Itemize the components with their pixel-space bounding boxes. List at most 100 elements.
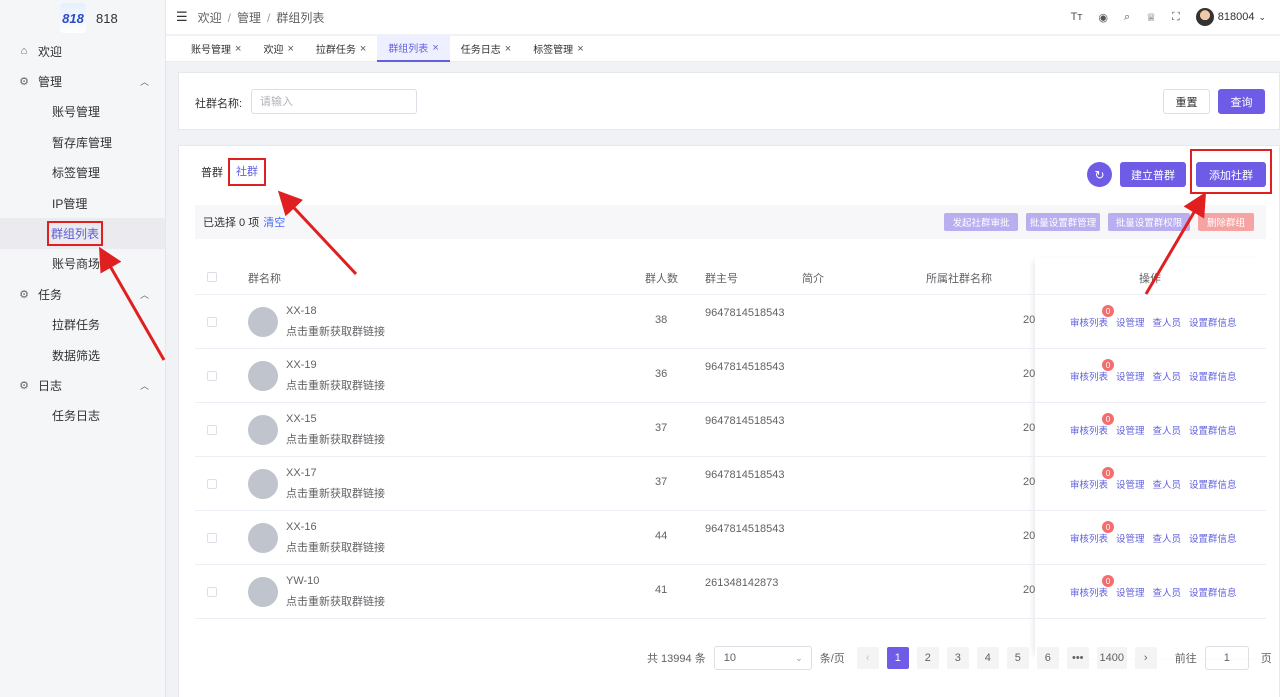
breadcrumb-item: 群组列表 [276,10,325,25]
clear-selection-link[interactable]: 清空 [263,214,285,230]
view-members-link[interactable]: 查人员 [1153,477,1182,491]
search-icon[interactable]: ⌕ [1124,11,1130,24]
row-checkbox[interactable] [207,371,217,381]
set-admin-link[interactable]: 设管理 [1116,369,1145,383]
refresh-link-text[interactable]: 点击重新获取群链接 [286,485,385,501]
prev-page-button[interactable]: ‹ [856,647,879,669]
view-members-link[interactable]: 查人员 [1153,531,1182,545]
set-group-info-link[interactable]: 设置群信息 [1189,369,1237,383]
chevron-up-icon: ︿ [139,77,149,88]
select-all-checkbox[interactable] [207,272,217,282]
sidebar-item[interactable]: ⌂ 欢迎 [0,36,165,66]
sidebar-item[interactable]: ⚙ 日志 ︿ [0,370,165,400]
breadcrumb-item[interactable]: 管理 [237,11,261,25]
tag-tab[interactable]: 群组列表 × [377,35,450,62]
refresh-icon[interactable]: ↻ [1087,162,1112,187]
tab-normal-group[interactable]: 普群 [201,164,223,180]
sidebar-item[interactable]: 群组列表 [0,218,165,249]
view-members-link[interactable]: 查人员 [1153,369,1182,383]
sidebar-item[interactable]: ⚙ 管理 ︿ [0,66,165,96]
set-admin-link[interactable]: 设管理 [1116,585,1145,599]
sidebar-item[interactable]: 账号商场 [0,249,165,279]
close-icon[interactable]: × [432,42,438,54]
fullscreen-icon[interactable]: ⛶ [1172,11,1180,24]
github-icon[interactable]: ◉ [1098,11,1108,24]
tag-tab[interactable]: 任务日志 × [450,36,522,62]
sidebar-item[interactable]: 标签管理 [0,158,165,188]
row-checkbox[interactable] [207,479,217,489]
set-admin-link[interactable]: 设管理 [1116,315,1145,329]
member-count: 37 [655,422,668,434]
refresh-link-text[interactable]: 点击重新获取群链接 [286,377,385,393]
view-members-link[interactable]: 查人员 [1153,315,1182,329]
page-button[interactable]: 1400 [1096,647,1127,669]
set-group-info-link[interactable]: 设置群信息 [1189,477,1237,491]
row-checkbox[interactable] [207,587,217,597]
set-admin-link[interactable]: 设管理 [1116,477,1145,491]
refresh-link-text[interactable]: 点击重新获取群链接 [286,539,385,555]
set-admin-link[interactable]: 设管理 [1116,423,1145,437]
review-list-link[interactable]: 审核列表 [1070,369,1108,383]
goto-page-input[interactable]: 1 [1204,646,1249,670]
review-list-link[interactable]: 审核列表 [1070,477,1108,491]
close-icon[interactable]: × [577,43,583,55]
user-menu[interactable]: 818004 ⌄ [1195,8,1266,26]
theme-icon[interactable]: ♕ [1146,11,1156,24]
set-admin-link[interactable]: 设管理 [1116,531,1145,545]
page-button[interactable]: 6 [1036,647,1059,669]
close-icon[interactable]: × [235,43,241,55]
review-list-link[interactable]: 审核列表 [1070,315,1108,329]
row-checkbox[interactable] [207,317,217,327]
batch-set-admin-button[interactable]: 批量设置群管理 [1026,213,1100,231]
batch-set-permission-button[interactable]: 批量设置群权限 [1108,213,1190,231]
tab-community[interactable]: 社群 [228,158,266,186]
sidebar-item[interactable]: ⚙ 任务 ︿ [0,279,165,309]
refresh-link-text[interactable]: 点击重新获取群链接 [286,593,385,609]
sidebar-item[interactable]: 暂存库管理 [0,127,165,157]
breadcrumb-item[interactable]: 欢迎 [198,11,222,25]
close-icon[interactable]: × [287,43,293,55]
query-button[interactable]: 查询 [1218,89,1265,114]
review-list-link[interactable]: 审核列表 [1070,423,1108,437]
reset-button[interactable]: 重置 [1163,89,1210,114]
page-button[interactable]: 2 [916,647,939,669]
delete-group-button[interactable]: 删除群组 [1198,213,1254,231]
tag-tab[interactable]: 欢迎 × [252,36,304,62]
set-group-info-link[interactable]: 设置群信息 [1189,531,1237,545]
tag-tab[interactable]: 拉群任务 × [305,36,377,62]
set-group-info-link[interactable]: 设置群信息 [1189,423,1237,437]
tag-tab[interactable]: 账号管理 × [180,36,252,62]
hamburger-icon[interactable]: ☰ [176,9,188,25]
close-icon[interactable]: × [360,43,366,55]
build-group-button[interactable]: 建立普群 [1120,162,1186,187]
refresh-link-text[interactable]: 点击重新获取群链接 [286,323,385,339]
row-checkbox[interactable] [207,533,217,543]
start-approval-button[interactable]: 发起社群审批 [944,213,1018,231]
sidebar-item[interactable]: 数据筛选 [0,340,165,370]
page-button[interactable]: ••• [1066,647,1089,669]
refresh-link-text[interactable]: 点击重新获取群链接 [286,431,385,447]
review-list-link[interactable]: 审核列表 [1070,531,1108,545]
sidebar-item[interactable]: 账号管理 [0,97,165,127]
set-group-info-link[interactable]: 设置群信息 [1189,315,1237,329]
review-list-link[interactable]: 审核列表 [1070,585,1108,599]
sidebar-item[interactable]: IP管理 [0,188,165,218]
set-group-info-link[interactable]: 设置群信息 [1189,585,1237,599]
close-icon[interactable]: × [505,43,511,55]
page-button[interactable]: 1 [886,647,909,669]
row-checkbox[interactable] [207,425,217,435]
page-size-select[interactable]: 10 ⌄ [713,646,812,670]
sidebar-item[interactable]: 任务日志 [0,401,165,431]
page-button[interactable]: 3 [946,647,969,669]
page-button[interactable]: 4 [976,647,999,669]
view-members-link[interactable]: 查人员 [1153,423,1182,437]
view-members-link[interactable]: 查人员 [1153,585,1182,599]
font-size-icon[interactable]: Tт [1071,11,1083,23]
add-community-button[interactable]: 添加社群 [1196,162,1266,187]
page-button[interactable]: 5 [1006,647,1029,669]
group-avatar [248,415,278,445]
sidebar-item[interactable]: 拉群任务 [0,310,165,340]
next-page-button[interactable]: › [1134,647,1157,669]
tag-tab[interactable]: 标签管理 × [522,36,594,62]
community-name-input[interactable] [251,89,417,114]
